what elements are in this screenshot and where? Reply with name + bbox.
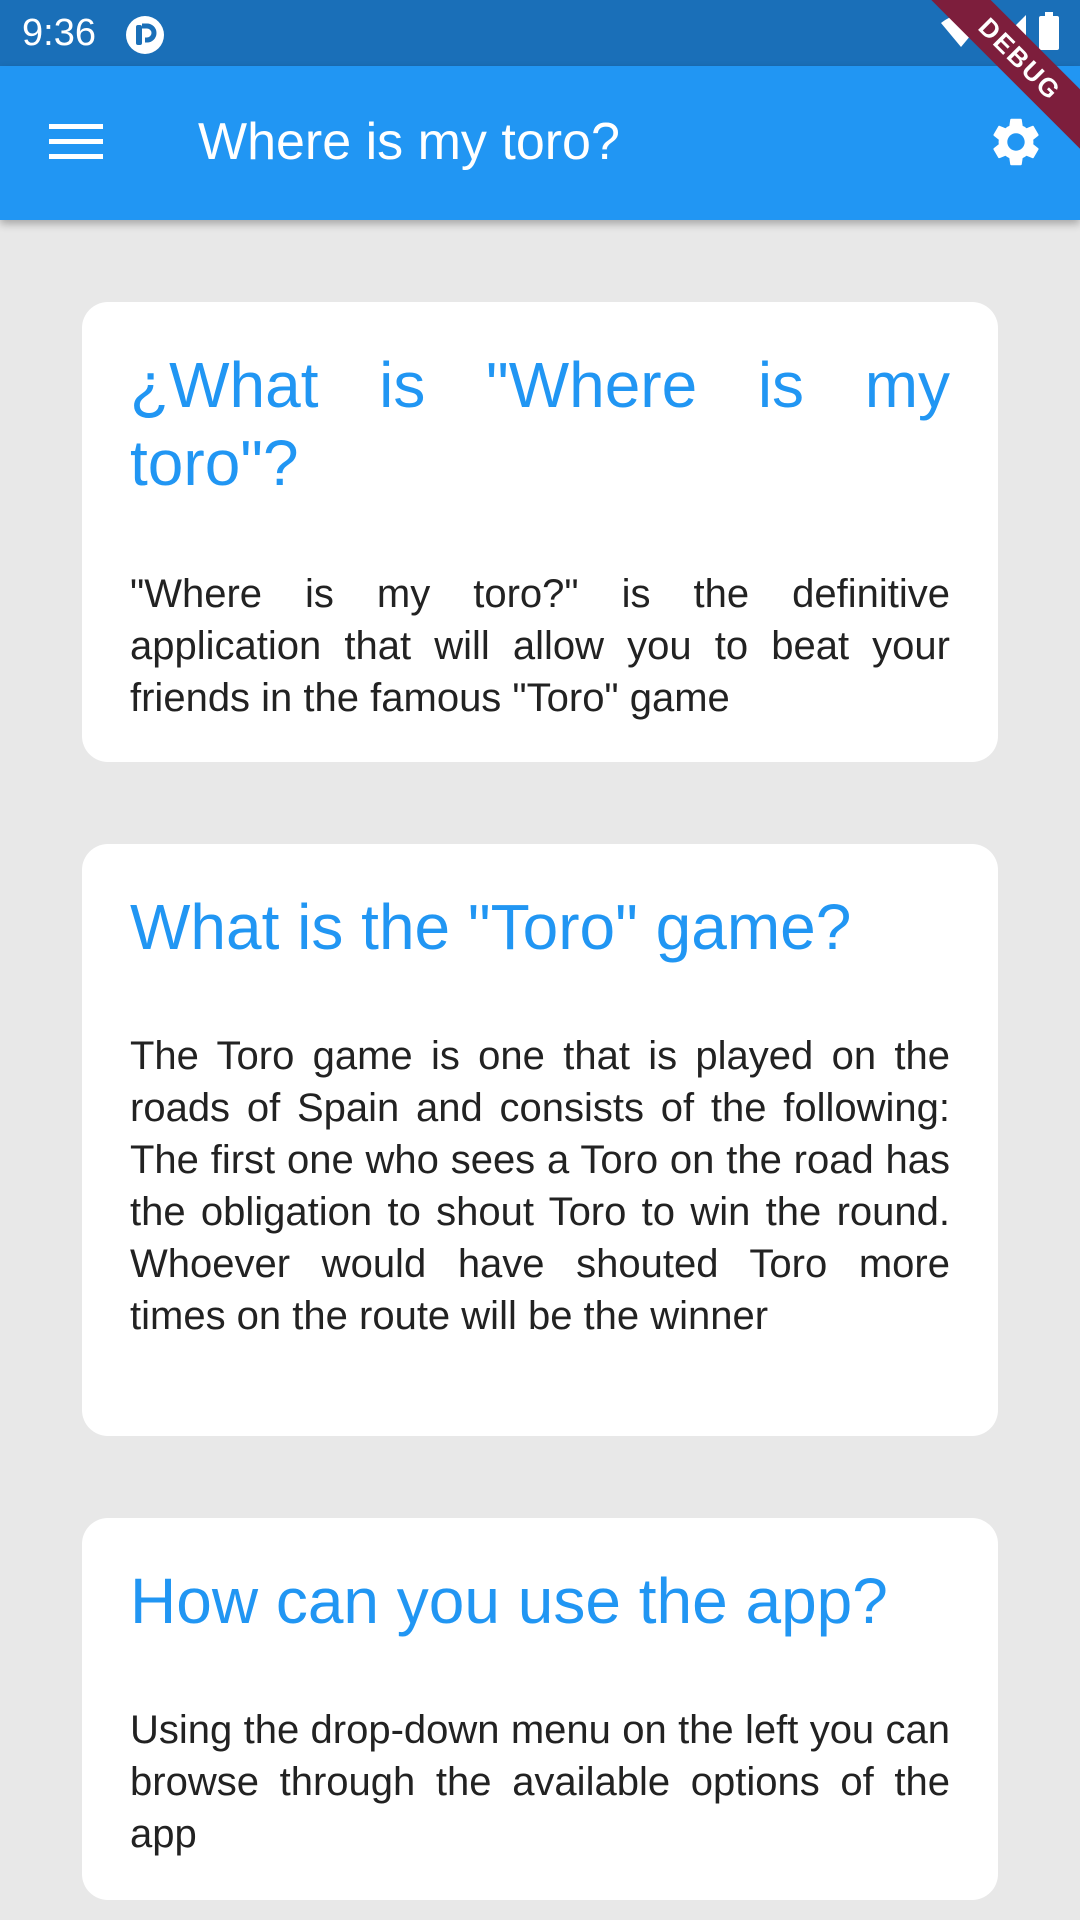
info-card-toro-game: What is the "Toro" game? The Toro game i… [82, 844, 998, 1436]
app-bar: Where is my toro? [0, 66, 1080, 220]
status-time: 9:36 [22, 12, 96, 54]
app-title: Where is my toro? [198, 113, 620, 171]
card-title: ¿What is "Where is my toro"? [130, 349, 950, 499]
status-bar: 9:36 [0, 0, 1080, 66]
settings-button[interactable] [974, 102, 1058, 186]
menu-button[interactable] [38, 106, 114, 182]
card-body: Using the drop-down menu on the left you… [130, 1708, 950, 1856]
cellular-signal-icon [992, 13, 1028, 54]
info-card-how-to-use: How can you use the app? Using the drop-… [82, 1518, 998, 1900]
card-title: How can you use the app? [130, 1565, 888, 1637]
card-title: What is the "Toro" game? [130, 891, 852, 963]
wifi-icon [940, 13, 982, 54]
card-body: "Where is my toro?" is the definitive ap… [130, 572, 950, 720]
gear-icon [987, 113, 1045, 176]
info-card-what-is-app: ¿What is "Where is my toro"? "Where is m… [82, 302, 998, 762]
status-icons [940, 11, 1060, 55]
card-body: The Toro game is one that is played on t… [130, 1034, 950, 1338]
hamburger-menu-icon [49, 122, 103, 167]
app-notification-icon [124, 14, 166, 56]
battery-icon [1038, 11, 1060, 55]
